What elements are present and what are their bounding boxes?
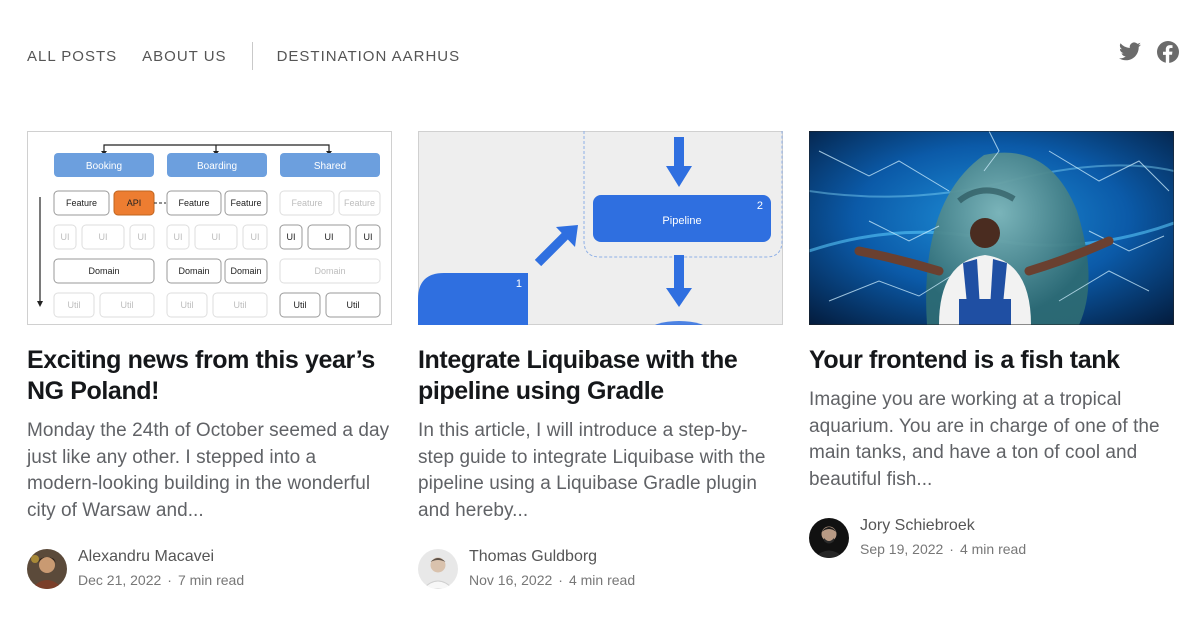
diagram-ui: UI: [251, 232, 260, 242]
diagram-util: Util: [121, 300, 134, 310]
post-card[interactable]: Pipeline 2 1 Integrate Liquibase with th…: [418, 131, 783, 591]
post-title[interactable]: Exciting news from this year’s NG Poland…: [27, 345, 392, 407]
post-meta: Nov 16, 2022 · 4 min read: [469, 572, 636, 588]
diagram-domain: Domain: [88, 266, 119, 276]
diagram-ui: UI: [61, 232, 70, 242]
diagram-ui: UI: [212, 232, 221, 242]
diagram-ui: UI: [174, 232, 183, 242]
diagram-util: Util: [181, 300, 194, 310]
site-header: ALL POSTS ABOUT US DESTINATION AARHUS: [0, 0, 1200, 104]
post-card[interactable]: Booking Boarding Shared Feature API Feat…: [27, 131, 392, 591]
post-author: Alexandru Macavei Dec 21, 2022 · 7 min rea…: [27, 546, 392, 591]
nav-destination-aarhus[interactable]: DESTINATION AARHUS: [277, 48, 461, 65]
nav-all-posts[interactable]: ALL POSTS: [27, 48, 117, 65]
post-image-pipeline-diagram[interactable]: Pipeline 2 1: [418, 131, 783, 325]
diagram-ui: UI: [138, 232, 147, 242]
diagram-util: Util: [68, 300, 81, 310]
diagram-header-shared: Shared: [314, 161, 346, 172]
post-excerpt: Monday the 24th of October seemed a day …: [27, 420, 390, 521]
author-name[interactable]: Jory Schiebroek: [860, 515, 1026, 537]
post-author: Jory Schiebroek Sep 19, 2022 · 4 min read: [809, 515, 1174, 560]
twitter-icon[interactable]: [1118, 40, 1142, 64]
diagram-feature: Feature: [66, 198, 97, 208]
diagram-util: Util: [294, 300, 307, 310]
diagram-ui: UI: [99, 232, 108, 242]
avatar[interactable]: [27, 548, 67, 589]
diagram-domain: Domain: [230, 266, 261, 276]
diagram-header-booking: Booking: [86, 161, 122, 172]
diagram-domain: Domain: [314, 266, 345, 276]
diagram-domain: Domain: [178, 266, 209, 276]
post-date: Dec 21, 2022: [78, 572, 162, 588]
author-name[interactable]: Alexandru Macavei: [78, 546, 244, 568]
left-box-number: 1: [516, 278, 522, 290]
diagram-ui: UI: [287, 232, 296, 242]
diagram-ui: UI: [364, 232, 373, 242]
post-image-fish-tank-photo[interactable]: [809, 131, 1174, 325]
post-date: Nov 16, 2022: [469, 572, 553, 588]
post-excerpt: In this article, I will introduce a step…: [418, 420, 766, 521]
avatar[interactable]: [418, 548, 458, 589]
facebook-icon[interactable]: [1156, 40, 1180, 64]
post-excerpt: Imagine you are working at a tropical aq…: [809, 389, 1160, 490]
diagram-util: Util: [347, 300, 360, 310]
pipeline-box-label: Pipeline: [662, 215, 701, 227]
diagram-header-boarding: Boarding: [197, 161, 237, 172]
diagram-feature: Feature: [178, 198, 209, 208]
post-image-architecture-diagram[interactable]: Booking Boarding Shared Feature API Feat…: [27, 131, 392, 325]
author-name[interactable]: Thomas Guldborg: [469, 546, 635, 568]
post-date: Sep 19, 2022: [860, 541, 944, 557]
pipeline-box-number: 2: [757, 200, 763, 212]
nav-about-us[interactable]: ABOUT US: [142, 48, 226, 65]
post-title[interactable]: Your frontend is a fish tank: [809, 345, 1174, 376]
social-links: [1118, 40, 1180, 64]
post-meta: Sep 19, 2022 · 4 min read: [860, 541, 1027, 557]
diagram-ui: UI: [325, 232, 334, 242]
post-title[interactable]: Integrate Liquibase with the pipeline us…: [418, 345, 783, 407]
diagram-api: API: [127, 198, 142, 208]
main-nav: ALL POSTS ABOUT US DESTINATION AARHUS: [27, 42, 460, 70]
diagram-feature: Feature: [344, 198, 375, 208]
post-meta: Dec 21, 2022 · 7 min read: [78, 572, 245, 588]
diagram-feature: Feature: [291, 198, 322, 208]
read-time: 4 min read: [568, 572, 636, 588]
post-card[interactable]: Your frontend is a fish tank Imagine you…: [809, 131, 1174, 560]
nav-divider: [251, 42, 253, 70]
read-time: 4 min read: [959, 541, 1027, 557]
read-time: 7 min read: [177, 572, 245, 588]
diagram-util: Util: [234, 300, 247, 310]
post-author: Thomas Guldborg Nov 16, 2022 · 4 min read: [418, 546, 783, 591]
avatar[interactable]: [809, 517, 849, 558]
diagram-feature: Feature: [230, 198, 261, 208]
